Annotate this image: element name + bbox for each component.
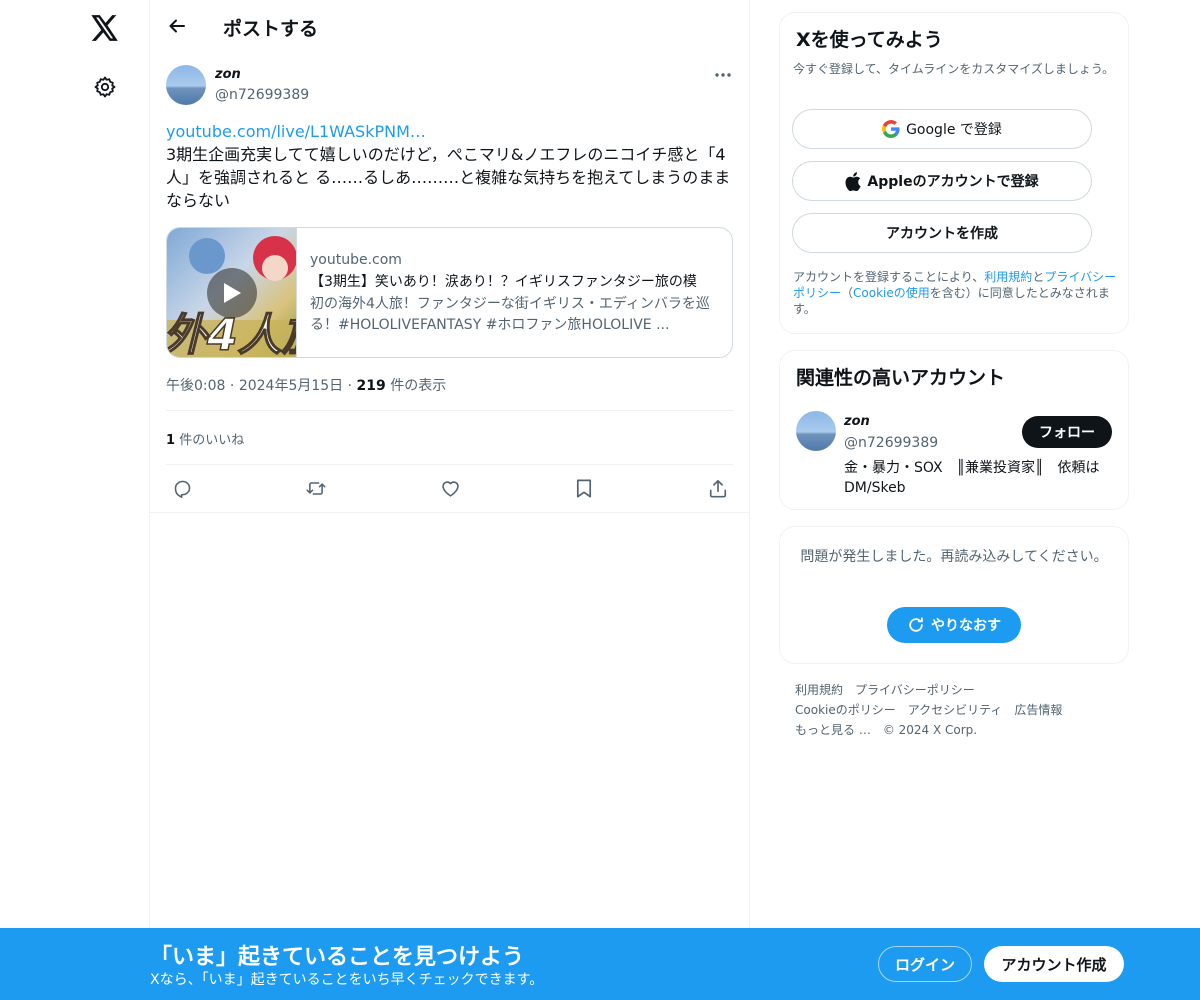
legal-and: と [1032, 270, 1045, 284]
settings-link[interactable] [80, 62, 130, 112]
post-body: youtube.com/live/L1WASkPNM… 3期生企画充実してて嬉し… [166, 120, 736, 212]
like-icon [440, 478, 461, 498]
left-nav [0, 0, 150, 1000]
link-card[interactable]: 外4人旅 youtube.com 【3期生】笑いあり！涙あり！？イギリスファンタ… [166, 227, 733, 358]
card-title: 【3期生】笑いあり！涙あり！？イギリスファンタジー旅の模 [310, 274, 697, 290]
author-handle[interactable]: @n72699389 [215, 87, 309, 103]
related-name[interactable]: zon [844, 414, 870, 429]
author-avatar[interactable] [166, 65, 206, 105]
footer-links: 利用規約 プライバシーポリシー Cookieのポリシー アクセシビリティ 広告情報 も… [795, 680, 1115, 740]
follow-button[interactable]: フォロー [1022, 416, 1112, 448]
footer-row-2: Cookieのポリシー アクセシビリティ 広告情報 [795, 700, 1115, 720]
more-icon [714, 72, 732, 78]
view-label: 件の表示 [390, 378, 447, 394]
author-name[interactable]: zon [215, 67, 241, 82]
play-button[interactable] [207, 268, 257, 318]
legal-paren: （ [841, 286, 854, 300]
thread-separator [150, 512, 750, 513]
footer-copyright: © 2024 X Corp. [882, 723, 978, 737]
signup-title: Xを使ってみよう [796, 29, 943, 51]
banner-title: 「いま」起きていることを見つけよう [150, 945, 525, 970]
related-bio: 金・暴力・SOX ║兼業投資家║ 依頼はDM/Skeb [844, 460, 1100, 496]
footer-row-3: もっと見る … © 2024 X Corp. [795, 720, 1115, 740]
x-logo-link[interactable] [80, 3, 130, 53]
google-icon [882, 120, 900, 138]
apple-signup-label: Appleのアカウントで登録 [867, 174, 1039, 190]
retry-label: やりなおす [931, 618, 1001, 634]
footer-accessibility[interactable]: アクセシビリティ [908, 703, 1003, 717]
repost-button[interactable] [301, 473, 331, 503]
card-thumbnail: 外4人旅 [167, 228, 297, 357]
meta-separator-2: · [347, 378, 353, 394]
related-avatar[interactable] [796, 411, 836, 451]
related-title: 関連性の高いアカウント [796, 367, 1006, 389]
cookie-link[interactable]: Cookieの使用 [853, 286, 930, 300]
footer-more[interactable]: もっと見る … [795, 723, 871, 737]
back-arrow-icon [167, 16, 187, 36]
view-count: 219 [356, 378, 386, 394]
footer-cookie[interactable]: Cookieのポリシー [795, 703, 896, 717]
footer-privacy[interactable]: プライバシーポリシー [855, 683, 975, 697]
refresh-icon [907, 616, 925, 634]
footer-terms[interactable]: 利用規約 [795, 683, 843, 697]
create-account-button[interactable]: アカウントを作成 [792, 213, 1092, 253]
terms-link[interactable]: 利用規約 [984, 270, 1032, 284]
post-link[interactable]: youtube.com/live/L1WASkPNM… [166, 120, 736, 143]
banner-subtitle: Xなら、「いま」起きていることをいち早くチェックできます。 [150, 972, 544, 988]
legal-prefix: アカウントを登録することにより、 [793, 270, 985, 284]
post-date[interactable]: 2024年5月15日 [239, 378, 343, 394]
meta-separator: · [229, 378, 235, 394]
login-button[interactable]: ログイン [878, 946, 972, 982]
back-button[interactable] [160, 9, 194, 43]
x-logo-icon [91, 15, 119, 41]
footer-row-1: 利用規約 プライバシーポリシー [795, 680, 1115, 700]
more-options-button[interactable] [710, 64, 736, 86]
create-account-label: アカウントを作成 [886, 226, 998, 242]
signup-legal-text: アカウントを登録することにより、利用規約とプライバシーポリシー（Cookieの使… [793, 269, 1123, 317]
signup-panel: Xを使ってみよう 今すぐ登録して、タイムラインをカスタマイズしましょう。 Goo… [779, 12, 1129, 334]
banner-create-account-button[interactable]: アカウント作成 [984, 946, 1124, 982]
post-meta: 午後0:08 · 2024年5月15日 · 219 件の表示 [166, 375, 446, 395]
apple-icon [845, 171, 862, 191]
like-label: 件のいいね [179, 433, 245, 448]
share-icon [708, 478, 728, 499]
divider [166, 410, 734, 411]
divider-2 [166, 464, 734, 465]
top-bar: ポストする [150, 0, 750, 53]
related-handle[interactable]: @n72699389 [844, 435, 938, 451]
retry-button[interactable]: やりなおす [887, 607, 1021, 643]
like-button[interactable] [435, 473, 465, 503]
footer-ads[interactable]: 広告情報 [1014, 703, 1062, 717]
card-description: 初の海外4人旅！ファンタジーな街イギリス・エディンバラを巡る！#HOLOLIVE… [310, 296, 710, 333]
bookmark-button[interactable] [569, 473, 599, 503]
signup-subtitle: 今すぐ登録して、タイムラインをカスタマイズしましょう。 [793, 62, 1115, 76]
like-count: 1 [166, 433, 176, 448]
google-signup-label: Google で登録 [906, 122, 1002, 138]
error-panel: 問題が発生しました。再読み込みしてください。 やりなおす [779, 526, 1129, 664]
share-button[interactable] [703, 473, 733, 503]
page-title: ポストする [223, 18, 319, 40]
play-icon [221, 281, 243, 305]
error-message: 問題が発生しました。再読み込みしてください。 [800, 549, 1108, 565]
card-domain: youtube.com [310, 252, 402, 268]
post-text: 3期生企画充実してて嬉しいのだけど，ぺこマリ&ノエフレのニコイチ感と「4人」を強… [166, 145, 731, 210]
likes-summary[interactable]: 1 件のいいね [166, 429, 244, 448]
bookmark-icon [575, 478, 593, 499]
gear-icon [93, 75, 117, 99]
main-column: ポストする zon @n72699389 youtube.com/live/L1… [149, 0, 750, 1000]
signup-banner: 「いま」起きていることを見つけよう Xなら、「いま」起きていることをいち早くチェ… [0, 928, 1200, 1000]
reply-button[interactable] [167, 473, 197, 503]
post-time[interactable]: 午後0:08 [166, 378, 225, 394]
related-accounts-panel: 関連性の高いアカウント zon @n72699389 フォロー 金・暴力・SOX… [779, 350, 1129, 510]
reply-icon [172, 478, 193, 499]
google-signup-button[interactable]: Google で登録 [792, 109, 1092, 149]
repost-icon [305, 478, 327, 499]
apple-signup-button[interactable]: Appleのアカウントで登録 [792, 161, 1092, 201]
